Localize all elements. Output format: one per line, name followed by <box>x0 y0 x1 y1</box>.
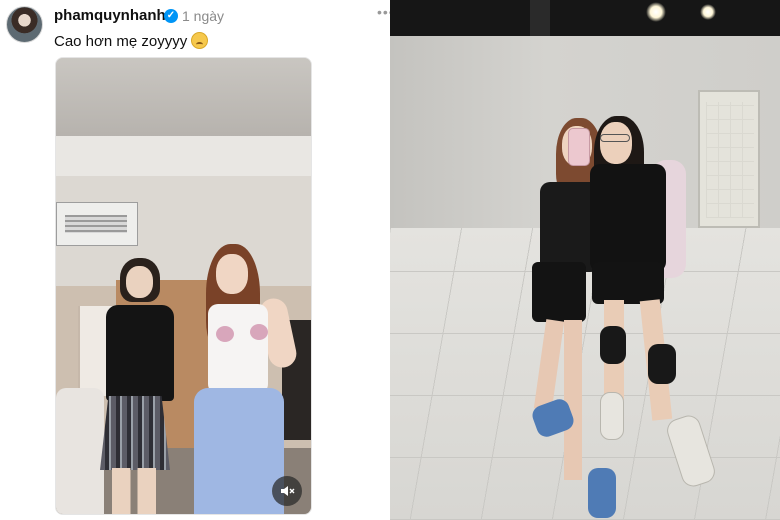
girl-a-black-shorts <box>532 262 586 322</box>
girl-b-white-sneaker <box>600 392 624 440</box>
username[interactable]: phamquynhanh <box>54 7 166 24</box>
ceiling-light <box>646 2 666 22</box>
video-beam <box>56 136 311 176</box>
girl-b-black-top <box>590 164 666 272</box>
speaker-muted-icon <box>281 486 295 496</box>
girl-a-leg <box>564 320 582 480</box>
woman-right-blue-pants <box>194 388 284 514</box>
post-caption: Cao hơn mẹ zoyyyy <box>54 32 209 50</box>
verified-badge-icon: ✓ <box>164 9 178 23</box>
heart-print-left <box>216 326 234 342</box>
woman-right-white-top <box>208 304 268 394</box>
ceiling-pipe <box>530 0 550 38</box>
girl-b-black-shorts <box>592 262 664 304</box>
phone-in-hand <box>568 128 590 166</box>
video-chair <box>56 388 104 514</box>
smiling-face-with-tear-icon <box>191 32 209 49</box>
post-timestamp: 1 ngày <box>182 8 225 24</box>
girl-a-blue-sneaker <box>588 468 616 518</box>
woman-right-face <box>216 254 248 294</box>
video-ceiling <box>56 58 311 138</box>
girl-b-face <box>600 122 632 164</box>
photo-door <box>698 90 760 228</box>
girl-left-legs <box>112 468 156 514</box>
caption-text: Cao hơn mẹ zoyyyy <box>54 33 188 50</box>
mirror-selfie-photo <box>390 0 780 520</box>
ceiling-light <box>700 4 716 20</box>
mute-button[interactable] <box>272 476 302 506</box>
girl-b-glasses <box>600 134 630 142</box>
girl-left-black-top <box>106 305 174 401</box>
avatar[interactable] <box>6 6 43 43</box>
girl-left-plaid-skirt <box>100 396 170 470</box>
girl-b-knee-pad <box>600 326 626 364</box>
heart-print-right <box>250 324 268 340</box>
girl-b-knee-pad <box>648 344 676 384</box>
girl-left-face <box>126 266 153 298</box>
air-conditioner-unit <box>56 202 138 246</box>
photo-ceiling <box>390 0 780 36</box>
post-video[interactable] <box>55 57 312 515</box>
social-post: phamquynhanh ✓ 1 ngày ••• Cao hơn mẹ zoy… <box>0 0 394 520</box>
